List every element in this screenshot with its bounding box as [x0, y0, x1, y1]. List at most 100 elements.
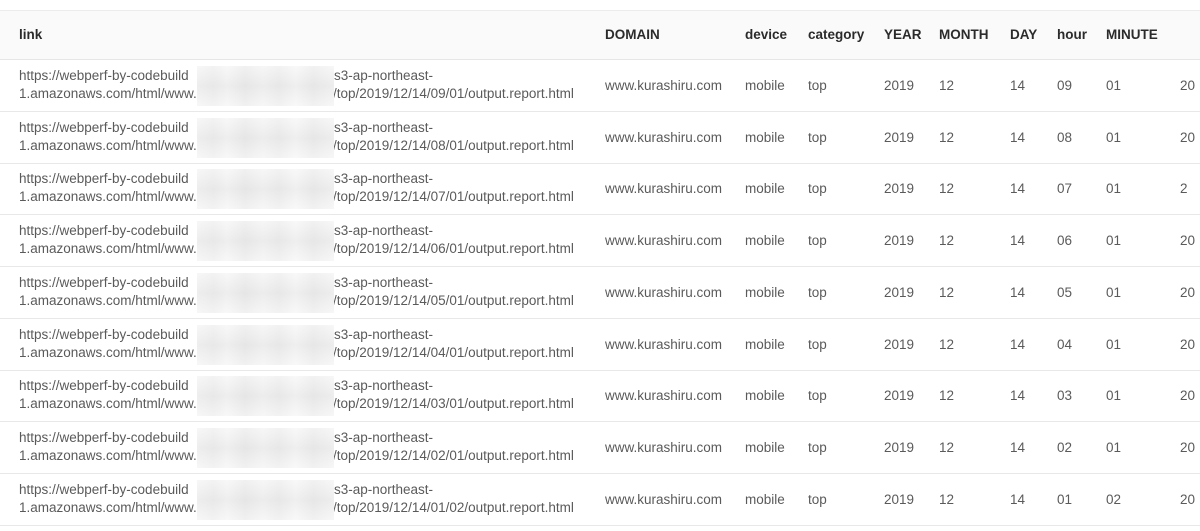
- month-cell: 12: [939, 491, 955, 507]
- link-text[interactable]: s3-ap-northeast-: [334, 274, 433, 292]
- link-text[interactable]: /top/2019/12/14/01/02/output.report.html: [333, 499, 574, 517]
- link-text[interactable]: https://webperf-by-codebuild: [19, 67, 197, 85]
- link-text[interactable]: 1.amazonaws.com/html/www.: [19, 395, 197, 413]
- year-cell: 2019: [884, 439, 915, 455]
- column-header-minute[interactable]: MINUTE: [1106, 11, 1158, 59]
- link-text[interactable]: https://webperf-by-codebuild: [19, 222, 197, 240]
- column-header-domain[interactable]: DOMAIN: [605, 11, 660, 59]
- link-text[interactable]: 1.amazonaws.com/html/www.: [19, 499, 197, 517]
- table-row[interactable]: https://webperf-by-codebuild s3-ap-northe…: [0, 267, 1200, 319]
- minute-cell: 01: [1106, 78, 1122, 93]
- link-text[interactable]: s3-ap-northeast-: [334, 119, 433, 137]
- domain-cell: www.kurashiru.com: [605, 491, 723, 507]
- truncated-cell: 20: [1180, 129, 1196, 145]
- table-row[interactable]: https://webperf-by-codebuild s3-ap-northe…: [0, 319, 1200, 371]
- table-row[interactable]: https://webperf-by-codebuild s3-ap-northe…: [0, 163, 1200, 216]
- link-text[interactable]: 1.amazonaws.com/html/www.: [19, 188, 197, 206]
- table-row[interactable]: https://webperf-by-codebuild s3-ap-northe…: [0, 422, 1200, 474]
- redaction-blur: [197, 479, 334, 520]
- category-cell: top: [808, 78, 827, 93]
- column-header-month[interactable]: MONTH: [939, 11, 989, 59]
- link-text[interactable]: https://webperf-by-codebuild: [19, 481, 197, 499]
- redaction-blur: [197, 324, 334, 365]
- link-cell[interactable]: https://webperf-by-codebuild s3-ap-northe…: [19, 376, 594, 417]
- hour-cell: 07: [1057, 181, 1073, 197]
- link-cell[interactable]: https://webperf-by-codebuild s3-ap-northe…: [19, 221, 594, 262]
- device-cell: mobile: [745, 336, 785, 352]
- truncated-cell: 20: [1180, 78, 1196, 93]
- link-text[interactable]: s3-ap-northeast-: [334, 67, 433, 85]
- link-text[interactable]: s3-ap-northeast-: [334, 170, 433, 188]
- truncated-cell: 20: [1180, 388, 1196, 404]
- link-text[interactable]: s3-ap-northeast-: [334, 222, 433, 240]
- link-text[interactable]: 1.amazonaws.com/html/www.: [19, 85, 197, 103]
- column-header-year[interactable]: YEAR: [884, 11, 922, 59]
- link-text[interactable]: /top/2019/12/14/03/01/output.report.html: [333, 395, 574, 413]
- hour-cell: 02: [1057, 439, 1073, 455]
- device-cell: mobile: [745, 491, 785, 507]
- link-text[interactable]: /top/2019/12/14/07/01/output.report.html: [333, 188, 574, 206]
- link-cell[interactable]: https://webperf-by-codebuild s3-ap-northe…: [19, 117, 594, 158]
- month-cell: 12: [939, 439, 955, 455]
- link-cell[interactable]: https://webperf-by-codebuild s3-ap-northe…: [19, 427, 594, 468]
- link-text[interactable]: 1.amazonaws.com/html/www.: [19, 447, 197, 465]
- link-text[interactable]: s3-ap-northeast-: [334, 481, 433, 499]
- category-cell: top: [808, 439, 827, 455]
- minute-cell: 01: [1106, 284, 1122, 300]
- link-text[interactable]: https://webperf-by-codebuild: [19, 170, 197, 188]
- link-text[interactable]: https://webperf-by-codebuild: [19, 274, 197, 292]
- link-text[interactable]: 1.amazonaws.com/html/www.: [19, 344, 197, 362]
- link-text[interactable]: 1.amazonaws.com/html/www.: [19, 240, 197, 258]
- day-cell: 14: [1010, 233, 1026, 249]
- year-cell: 2019: [884, 233, 915, 249]
- column-header-day[interactable]: DAY: [1010, 11, 1037, 59]
- table-row[interactable]: https://webperf-by-codebuild s3-ap-northe…: [0, 60, 1200, 112]
- redaction-blur: [197, 272, 334, 313]
- column-header-link[interactable]: link: [19, 11, 42, 59]
- truncated-cell: 20: [1180, 491, 1196, 507]
- domain-cell: www.kurashiru.com: [605, 439, 723, 455]
- table-row[interactable]: https://webperf-by-codebuild s3-ap-northe…: [0, 474, 1200, 526]
- link-cell[interactable]: https://webperf-by-codebuild s3-ap-northe…: [19, 169, 594, 210]
- domain-cell: www.kurashiru.com: [605, 181, 723, 197]
- day-cell: 14: [1010, 439, 1026, 455]
- link-text[interactable]: /top/2019/12/14/09/01/output.report.html: [333, 85, 574, 103]
- link-cell[interactable]: https://webperf-by-codebuild s3-ap-northe…: [19, 479, 594, 520]
- link-text[interactable]: https://webperf-by-codebuild: [19, 119, 197, 137]
- redaction-blur: [197, 376, 334, 417]
- link-text[interactable]: 1.amazonaws.com/html/www.: [19, 137, 197, 155]
- column-header-category[interactable]: category: [808, 11, 864, 59]
- device-cell: mobile: [745, 129, 785, 145]
- link-cell[interactable]: https://webperf-by-codebuild s3-ap-northe…: [19, 324, 594, 365]
- hour-cell: 04: [1057, 336, 1073, 352]
- link-text[interactable]: s3-ap-northeast-: [334, 429, 433, 447]
- link-text[interactable]: /top/2019/12/14/06/01/output.report.html: [333, 240, 574, 258]
- link-cell[interactable]: https://webperf-by-codebuild s3-ap-northe…: [19, 66, 594, 106]
- link-text[interactable]: /top/2019/12/14/04/01/output.report.html: [333, 344, 574, 362]
- truncated-cell: 20: [1180, 439, 1196, 455]
- column-header-device[interactable]: device: [745, 11, 787, 59]
- link-text[interactable]: /top/2019/12/14/08/01/output.report.html: [333, 137, 574, 155]
- device-cell: mobile: [745, 439, 785, 455]
- link-text[interactable]: https://webperf-by-codebuild: [19, 429, 197, 447]
- domain-cell: www.kurashiru.com: [605, 388, 723, 404]
- device-cell: mobile: [745, 284, 785, 300]
- link-text[interactable]: 1.amazonaws.com/html/www.: [19, 292, 197, 310]
- day-cell: 14: [1010, 181, 1026, 197]
- link-text[interactable]: s3-ap-northeast-: [334, 326, 433, 344]
- device-cell: mobile: [745, 233, 785, 249]
- link-text[interactable]: /top/2019/12/14/02/01/output.report.html: [333, 447, 574, 465]
- table-row[interactable]: https://webperf-by-codebuild s3-ap-northe…: [0, 370, 1200, 423]
- column-header-hour[interactable]: hour: [1057, 11, 1087, 59]
- table-row[interactable]: https://webperf-by-codebuild s3-ap-northe…: [0, 112, 1200, 164]
- category-cell: top: [808, 233, 827, 249]
- link-text[interactable]: https://webperf-by-codebuild: [19, 326, 197, 344]
- minute-cell: 01: [1106, 388, 1122, 404]
- device-cell: mobile: [745, 78, 785, 93]
- day-cell: 14: [1010, 284, 1026, 300]
- link-text[interactable]: https://webperf-by-codebuild: [19, 377, 197, 395]
- table-row[interactable]: https://webperf-by-codebuild s3-ap-northe…: [0, 215, 1200, 268]
- link-text[interactable]: /top/2019/12/14/05/01/output.report.html: [333, 292, 574, 310]
- link-text[interactable]: s3-ap-northeast-: [334, 377, 433, 395]
- link-cell[interactable]: https://webperf-by-codebuild s3-ap-northe…: [19, 272, 594, 313]
